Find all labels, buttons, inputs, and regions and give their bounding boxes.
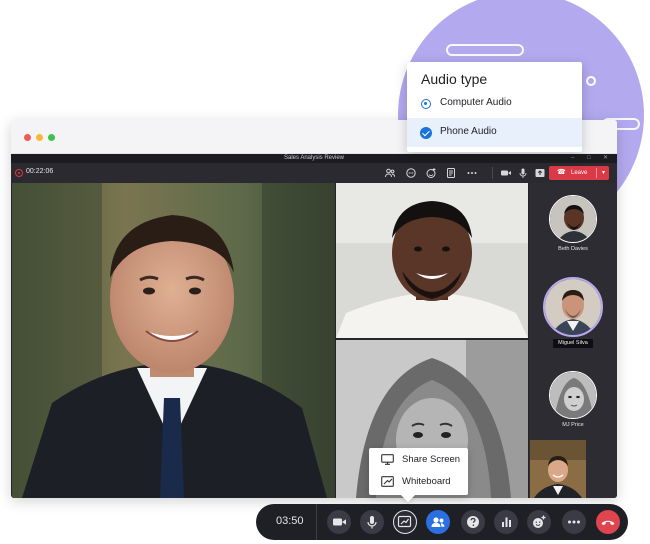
whiteboard-label: Whiteboard: [402, 476, 451, 487]
chat-icon[interactable]: [405, 167, 417, 179]
participant-name: MJ Price: [562, 422, 584, 428]
participants-icon[interactable]: [384, 167, 396, 179]
camera-button[interactable]: [327, 510, 351, 534]
meeting-control-bar: 03:50: [256, 504, 628, 540]
audio-type-menu: Audio type Computer Audio Phone Audio: [407, 62, 582, 152]
minimize-dot[interactable]: [36, 134, 43, 141]
leave-label: Leave: [571, 170, 588, 176]
checkmark-icon[interactable]: [420, 127, 432, 139]
share-screen-button[interactable]: [393, 510, 417, 534]
reactions-icon: [533, 515, 546, 528]
more-icon: [568, 520, 580, 524]
elapsed-time: 00:22:06: [26, 168, 54, 175]
reactions-button[interactable]: [527, 510, 551, 534]
decorative-pill: [446, 44, 524, 56]
participants-icon: [431, 517, 445, 527]
poll-button[interactable]: [494, 510, 518, 534]
share-screen-icon: [397, 515, 412, 528]
poll-icon: [502, 517, 511, 527]
phone-audio-option[interactable]: Phone Audio: [407, 118, 582, 147]
help-icon: [467, 516, 479, 528]
close-dot[interactable]: [24, 134, 31, 141]
end-call-icon: [601, 520, 615, 526]
decorative-dot: [586, 76, 596, 86]
notes-icon[interactable]: [445, 167, 457, 179]
participants-button[interactable]: [426, 510, 450, 534]
phone-hangup-icon: ☎: [557, 169, 566, 176]
participant-avatar[interactable]: [549, 371, 597, 419]
microphone-button[interactable]: [360, 510, 384, 534]
meeting-toolbar: 00:22:06 ☎ Leave ▾: [11, 163, 617, 183]
participant-avatar[interactable]: [549, 195, 597, 243]
more-icon[interactable]: [466, 167, 478, 179]
option-label: Computer Audio: [440, 97, 512, 108]
minimize-button[interactable]: –: [571, 154, 574, 163]
self-view-video: [530, 440, 586, 498]
control-bar-divider: [316, 504, 317, 540]
participant-name: Beth Davies: [558, 246, 588, 252]
participant-list: Beth Davies Miguel Silva MJ Price: [529, 183, 617, 498]
participant-avatar-active[interactable]: [543, 277, 603, 337]
camera-icon: [333, 518, 346, 526]
main-speaker-video: [12, 183, 335, 498]
maximize-button[interactable]: □: [587, 154, 591, 163]
chevron-down-icon[interactable]: ▾: [602, 166, 605, 180]
option-label: Phone Audio: [440, 126, 497, 137]
share-menu: Share Screen Whiteboard: [369, 448, 468, 495]
reactions-icon[interactable]: [425, 167, 437, 179]
meeting-app: Sales Analysis Review – □ ✕ 00:22:06 ☎ L…: [11, 154, 617, 498]
audio-menu-title: Audio type: [421, 71, 488, 87]
share-icon[interactable]: [534, 167, 546, 179]
end-call-button[interactable]: [596, 510, 620, 534]
leave-divider: [596, 168, 597, 178]
computer-audio-option[interactable]: Computer Audio: [407, 89, 582, 118]
radio-icon[interactable]: [421, 99, 431, 109]
monitor-icon: [381, 454, 394, 465]
participant-video: [336, 183, 528, 338]
meeting-timer: 03:50: [276, 515, 304, 527]
stage: Sales Analysis Review – □ ✕ 00:22:06 ☎ L…: [0, 0, 650, 544]
close-button[interactable]: ✕: [603, 154, 608, 163]
whiteboard-option[interactable]: Whiteboard: [369, 471, 468, 493]
window-title: Sales Analysis Review: [283, 155, 345, 161]
help-button[interactable]: [461, 510, 485, 534]
microphone-icon[interactable]: [517, 167, 529, 179]
participant-video-tile: [336, 183, 528, 338]
toolbar-divider: [492, 167, 493, 179]
main-video-tile: [12, 183, 335, 498]
microphone-icon: [367, 516, 377, 529]
recording-icon: [15, 169, 23, 177]
leave-button[interactable]: ☎ Leave ▾: [549, 166, 609, 180]
app-titlebar: Sales Analysis Review – □ ✕: [11, 154, 617, 163]
participant-name-tag: Miguel Silva: [553, 339, 593, 348]
camera-icon[interactable]: [500, 167, 512, 179]
share-screen-option[interactable]: Share Screen: [369, 449, 468, 471]
browser-window: Sales Analysis Review – □ ✕ 00:22:06 ☎ L…: [11, 120, 617, 498]
share-screen-label: Share Screen: [402, 454, 461, 465]
more-button[interactable]: [562, 510, 586, 534]
whiteboard-icon: [381, 476, 394, 487]
zoom-dot[interactable]: [48, 134, 55, 141]
